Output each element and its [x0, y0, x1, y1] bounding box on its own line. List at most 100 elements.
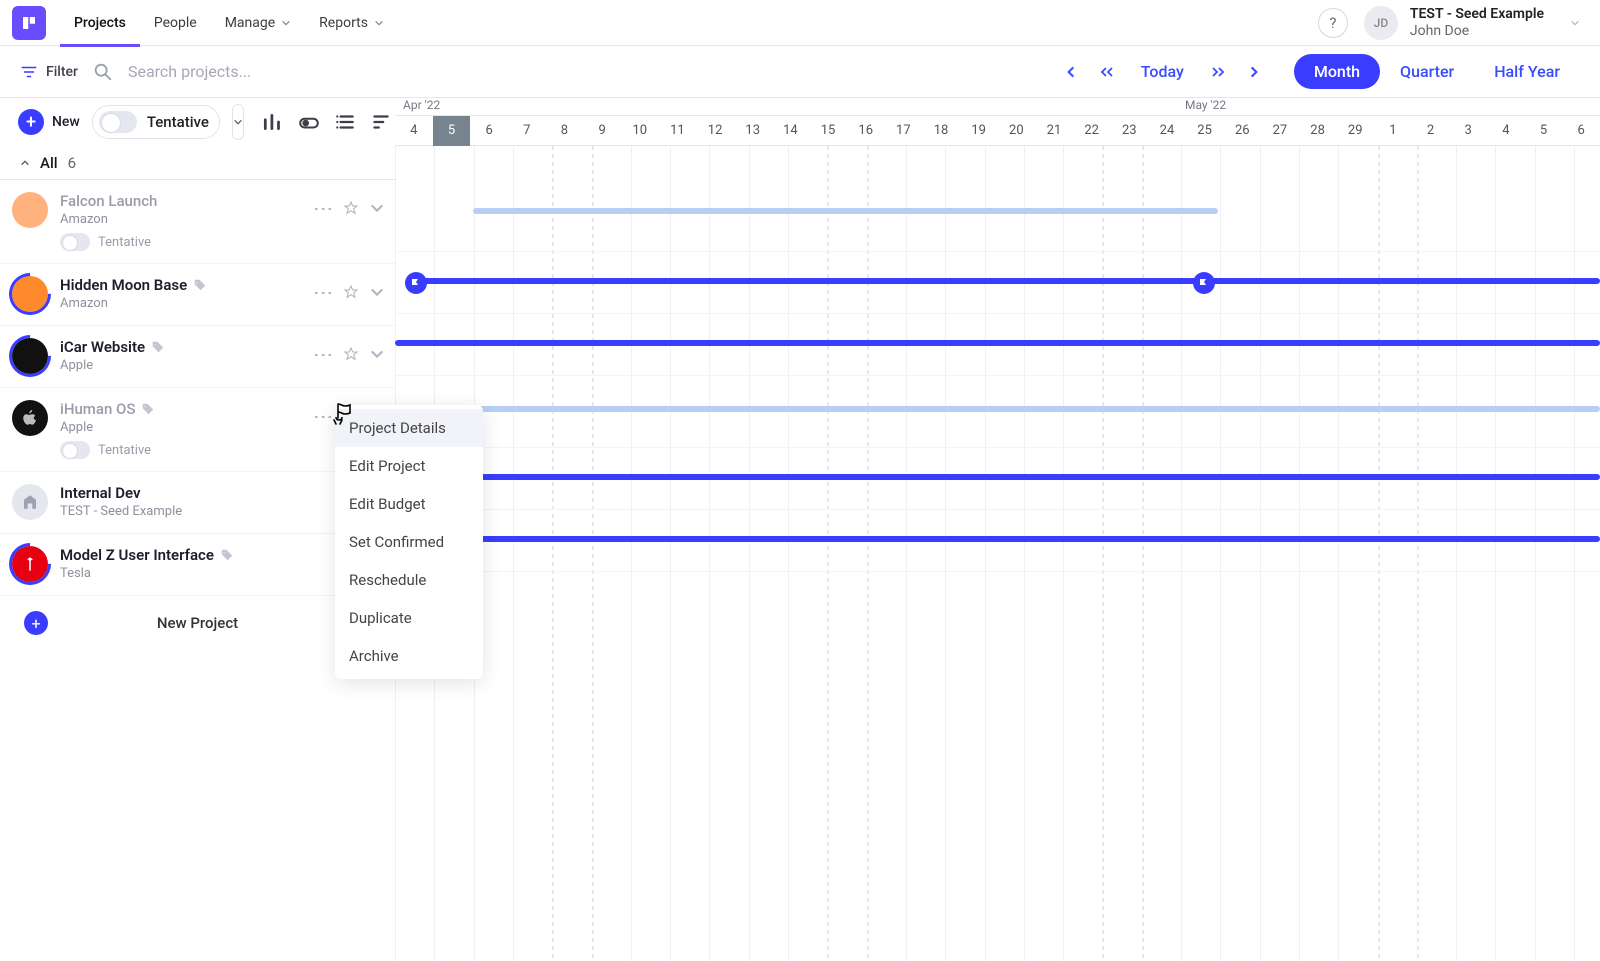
prev-single-button[interactable] [1053, 54, 1089, 90]
ctx-item[interactable]: Edit Budget [335, 485, 483, 523]
day-cell[interactable]: 19 [960, 116, 998, 146]
day-cell[interactable]: 6 [470, 116, 508, 146]
app-logo[interactable] [12, 6, 46, 40]
sort-icon[interactable] [370, 111, 392, 133]
ctx-item[interactable]: Archive [335, 637, 483, 675]
timeline-bar[interactable] [395, 340, 1600, 346]
ctx-item[interactable]: Edit Project [335, 447, 483, 485]
lane[interactable] [395, 314, 1600, 376]
star-icon[interactable] [343, 284, 359, 300]
day-cell[interactable]: 1 [1374, 116, 1412, 146]
day-cell[interactable]: 16 [847, 116, 885, 146]
project-row[interactable]: Falcon LaunchAmazonTentative⋮ [0, 180, 395, 264]
tentative-dropdown[interactable] [232, 104, 244, 140]
day-cell[interactable]: 24 [1148, 116, 1186, 146]
lane[interactable] [395, 252, 1600, 314]
lane[interactable] [395, 448, 1600, 510]
view-month[interactable]: Month [1294, 54, 1380, 89]
view-switcher: Month Quarter Half Year [1294, 54, 1580, 89]
group-header[interactable]: All 6 [0, 146, 395, 180]
user-name: John Doe [1410, 23, 1544, 40]
day-cell[interactable]: 20 [998, 116, 1036, 146]
project-row[interactable]: Hidden Moon Base Amazon⋮ [0, 264, 395, 326]
more-icon[interactable]: ⋮ [314, 345, 334, 363]
ctx-item[interactable]: Set Confirmed [335, 523, 483, 561]
day-cell[interactable]: 14 [772, 116, 810, 146]
day-cell[interactable]: 23 [1110, 116, 1148, 146]
project-tentative[interactable]: Tentative [60, 441, 303, 459]
day-cell[interactable]: 18 [922, 116, 960, 146]
timeline-bar[interactable] [475, 536, 1600, 542]
nav-manage[interactable]: Manage [211, 0, 305, 46]
day-cell[interactable]: 8 [546, 116, 584, 146]
avatar: JD [1364, 6, 1398, 40]
ctx-item[interactable]: Project Details [335, 409, 483, 447]
project-tentative[interactable]: Tentative [60, 233, 303, 251]
prev-double-button[interactable] [1089, 54, 1125, 90]
expand-icon[interactable] [369, 284, 385, 300]
toggle-icon[interactable] [60, 233, 90, 251]
view-quarter[interactable]: Quarter [1380, 54, 1474, 89]
nav-people[interactable]: People [140, 0, 211, 46]
day-cell[interactable]: 3 [1449, 116, 1487, 146]
milestone-icon[interactable] [405, 272, 427, 294]
list-icon[interactable] [334, 111, 356, 133]
toggle-icon[interactable] [99, 111, 137, 133]
timeline-bar[interactable] [475, 406, 1600, 412]
lane[interactable] [395, 376, 1600, 448]
day-cell[interactable]: 26 [1223, 116, 1261, 146]
search-input[interactable] [128, 62, 388, 81]
lane[interactable] [395, 180, 1600, 252]
more-icon[interactable]: ⋮ [314, 199, 334, 217]
day-cell[interactable]: 2 [1412, 116, 1450, 146]
day-cell[interactable]: 22 [1073, 116, 1111, 146]
help-button[interactable]: ? [1318, 8, 1348, 38]
toggle-icon[interactable] [60, 441, 90, 459]
more-icon[interactable]: ⋮ [314, 283, 334, 301]
lane[interactable] [395, 510, 1600, 572]
timeline-bar[interactable] [473, 208, 1218, 214]
timeline-bar[interactable] [413, 278, 1600, 284]
star-icon[interactable] [343, 200, 359, 216]
filter-button[interactable]: Filter [20, 63, 78, 81]
day-cell[interactable]: 10 [621, 116, 659, 146]
day-cell[interactable]: 4 [395, 116, 433, 146]
tag-icon [141, 402, 155, 416]
today-button[interactable]: Today [1125, 62, 1200, 81]
view-halfyear[interactable]: Half Year [1474, 54, 1580, 89]
ctx-item[interactable]: Reschedule [335, 561, 483, 599]
day-cell[interactable]: 5 [433, 116, 471, 146]
day-cell[interactable]: 12 [696, 116, 734, 146]
day-cell[interactable]: 9 [583, 116, 621, 146]
day-cell[interactable]: 6 [1562, 116, 1600, 146]
day-cell[interactable]: 5 [1525, 116, 1563, 146]
day-cell[interactable]: 7 [508, 116, 546, 146]
day-cell[interactable]: 4 [1487, 116, 1525, 146]
expand-icon[interactable] [369, 346, 385, 362]
project-client: Apple [60, 420, 303, 435]
day-cell[interactable]: 17 [885, 116, 923, 146]
day-cell[interactable]: 28 [1299, 116, 1337, 146]
bar-chart-icon[interactable] [262, 111, 284, 133]
day-cell[interactable]: 27 [1261, 116, 1299, 146]
tentative-filter[interactable]: Tentative [92, 105, 220, 139]
ctx-item[interactable]: Duplicate [335, 599, 483, 637]
nav-reports[interactable]: Reports [305, 0, 398, 46]
day-cell[interactable]: 15 [809, 116, 847, 146]
availability-icon[interactable] [298, 111, 320, 133]
next-single-button[interactable] [1236, 54, 1272, 90]
user-menu[interactable]: JD TEST - Seed Example John Doe [1364, 6, 1580, 40]
nav-projects[interactable]: Projects [60, 0, 140, 46]
expand-icon[interactable] [369, 200, 385, 216]
project-row[interactable]: iCar Website Apple⋮ [0, 326, 395, 388]
day-cell[interactable]: 21 [1035, 116, 1073, 146]
next-double-button[interactable] [1200, 54, 1236, 90]
new-button[interactable]: + New [18, 109, 80, 135]
star-icon[interactable] [343, 346, 359, 362]
timeline-bar[interactable] [475, 474, 1600, 480]
milestone-icon[interactable] [1193, 272, 1215, 294]
day-cell[interactable]: 13 [734, 116, 772, 146]
day-cell[interactable]: 25 [1186, 116, 1224, 146]
day-cell[interactable]: 29 [1336, 116, 1374, 146]
day-cell[interactable]: 11 [659, 116, 697, 146]
